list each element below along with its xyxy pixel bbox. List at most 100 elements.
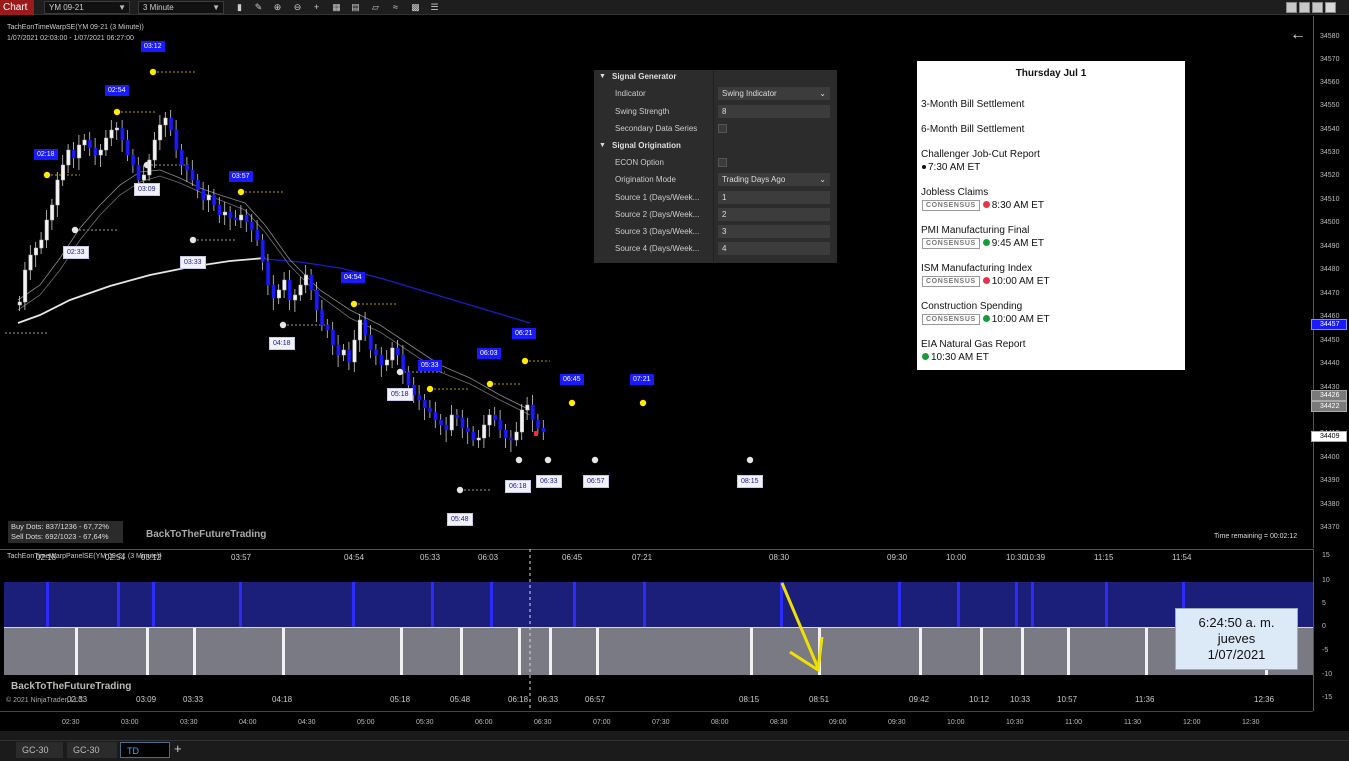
status-dot bbox=[982, 315, 990, 322]
signal-label: 04:18 bbox=[269, 337, 295, 350]
interval-selector[interactable]: 3 Minute ▼ bbox=[138, 1, 224, 14]
consensus-badge[interactable]: CONSENSUS bbox=[922, 314, 980, 325]
calendar-event[interactable]: Jobless Claims bbox=[921, 187, 988, 198]
economic-calendar: Thursday Jul 1 3-Month Bill Settlement 6… bbox=[917, 61, 1185, 370]
sell-tick bbox=[431, 582, 434, 627]
candle bbox=[174, 129, 179, 151]
chart-trader-icon[interactable]: ▤ bbox=[350, 2, 361, 13]
candle bbox=[519, 409, 524, 433]
candle bbox=[536, 419, 541, 429]
bar-type-icon[interactable]: ▮ bbox=[234, 2, 245, 13]
chart-menu-button[interactable]: Chart bbox=[0, 0, 34, 15]
price-tick-label: 34400 bbox=[1320, 454, 1340, 461]
buy-tick bbox=[549, 628, 552, 675]
oscillator-tick-label: -15 bbox=[1322, 694, 1333, 701]
add-tab-plus-icon[interactable]: + bbox=[174, 741, 182, 756]
event-time-text: 8:30 AM ET bbox=[991, 200, 1044, 211]
consensus-badge[interactable]: CONSENSUS bbox=[922, 276, 980, 287]
buy-time-label: 03:09 bbox=[136, 695, 157, 704]
tab-td[interactable]: TD bbox=[120, 742, 170, 758]
price-tick-label: 34520 bbox=[1320, 172, 1340, 179]
secondary-series-checkbox[interactable] bbox=[718, 124, 727, 133]
indicator-select[interactable]: Swing Indicator ⌄ bbox=[718, 87, 830, 100]
clock-date: 1/07/2021 bbox=[1207, 647, 1266, 662]
source-4-input[interactable]: 4 bbox=[718, 242, 830, 255]
sell-tick bbox=[898, 582, 901, 627]
instrument-selector[interactable]: YM 09-21 ▼ bbox=[44, 1, 130, 14]
strategies-icon[interactable]: ≈ bbox=[390, 2, 401, 13]
source-3-input[interactable]: 3 bbox=[718, 225, 830, 238]
sell-tick bbox=[957, 582, 960, 627]
buy-dot bbox=[515, 456, 523, 464]
origination-mode-select[interactable]: Trading Days Ago ⌄ bbox=[718, 173, 830, 186]
section-signal-generator[interactable]: ▼ Signal Generator bbox=[594, 70, 837, 85]
calendar-event[interactable]: 6-Month Bill Settlement bbox=[921, 124, 1024, 135]
buy-time-label: 11:36 bbox=[1135, 695, 1155, 704]
section-signal-origination[interactable]: ▼ Signal Origination bbox=[594, 137, 837, 154]
candle bbox=[276, 289, 281, 299]
signal-label: 02:18 bbox=[34, 149, 58, 160]
econ-option-checkbox[interactable] bbox=[718, 158, 727, 167]
price-tick-label: 34490 bbox=[1320, 243, 1340, 250]
price-tick-label: 34580 bbox=[1320, 33, 1340, 40]
crosshair-icon[interactable]: + bbox=[311, 2, 322, 13]
data-box-icon[interactable]: ▦ bbox=[331, 2, 342, 13]
calendar-event[interactable]: ISM Manufacturing Index bbox=[921, 263, 1032, 274]
swing-strength-input[interactable]: 8 bbox=[718, 105, 830, 118]
consensus-badge[interactable]: CONSENSUS bbox=[922, 238, 980, 249]
restore-button[interactable] bbox=[1299, 2, 1310, 13]
sell-tick bbox=[152, 582, 155, 627]
calendar-event[interactable]: Challenger Job-Cut Report bbox=[921, 149, 1040, 160]
indicators-icon[interactable]: ▱ bbox=[370, 2, 381, 13]
candle bbox=[465, 427, 470, 433]
minimize-button[interactable] bbox=[1286, 2, 1297, 13]
close-button[interactable] bbox=[1325, 2, 1336, 13]
templates-icon[interactable]: ☰ bbox=[429, 2, 440, 13]
current-candle bbox=[534, 431, 538, 436]
maximize-button[interactable] bbox=[1312, 2, 1323, 13]
price-tick-label: 34500 bbox=[1320, 219, 1340, 226]
candle bbox=[336, 344, 341, 356]
section-label: Signal Generator bbox=[612, 72, 677, 81]
signal-label: 06:18 bbox=[505, 480, 531, 493]
property-label: Source 4 (Days/Week... bbox=[615, 244, 700, 253]
event-time-text: 7:30 AM ET bbox=[928, 162, 981, 173]
signal-label: 03:33 bbox=[180, 256, 206, 269]
zoom-in-icon[interactable]: ⊕ bbox=[272, 2, 283, 13]
candle bbox=[152, 139, 157, 161]
calendar-event[interactable]: EIA Natural Gas Report bbox=[921, 339, 1026, 350]
price-tag: 34426 bbox=[1311, 390, 1347, 401]
source-2-input[interactable]: 2 bbox=[718, 208, 830, 221]
price-axis[interactable] bbox=[1313, 16, 1349, 548]
tab-gc-30[interactable]: GC-30 bbox=[67, 742, 117, 758]
time-remaining: Time remaining = 00:02:12 bbox=[1214, 533, 1298, 540]
sell-dot bbox=[350, 300, 358, 308]
brand-watermark: BackToTheFutureTrading bbox=[146, 529, 267, 540]
candle bbox=[368, 334, 373, 351]
candle bbox=[514, 431, 519, 441]
candle bbox=[395, 347, 400, 356]
sell-time-label: 11:54 bbox=[1172, 553, 1192, 562]
tab-gc-30[interactable]: GC-30 bbox=[16, 742, 63, 758]
horizontal-scrollbar[interactable] bbox=[0, 731, 1349, 740]
price-tick-label: 34370 bbox=[1320, 524, 1340, 531]
sell-time-label: 02:18 bbox=[36, 553, 57, 562]
property-label: Origination Mode bbox=[615, 175, 676, 184]
calendar-event[interactable]: PMI Manufacturing Final bbox=[921, 225, 1029, 236]
buy-dot bbox=[279, 321, 287, 329]
properties-icon[interactable]: ▩ bbox=[410, 2, 421, 13]
candle bbox=[82, 139, 87, 146]
draw-icon[interactable]: ✎ bbox=[253, 2, 264, 13]
calendar-event[interactable]: 3-Month Bill Settlement bbox=[921, 99, 1024, 110]
oscillator-axis[interactable] bbox=[1313, 549, 1349, 711]
candle bbox=[23, 269, 28, 303]
time-tick-label: 04:00 bbox=[239, 719, 257, 726]
price-tick-label: 34390 bbox=[1320, 477, 1340, 484]
calendar-event[interactable]: Construction Spending bbox=[921, 301, 1022, 312]
candle bbox=[114, 127, 119, 131]
price-tick-label: 34510 bbox=[1320, 196, 1340, 203]
price-tick-label: 34550 bbox=[1320, 102, 1340, 109]
zoom-out-icon[interactable]: ⊖ bbox=[292, 2, 303, 13]
source-1-input[interactable]: 1 bbox=[718, 191, 830, 204]
consensus-badge[interactable]: CONSENSUS bbox=[922, 200, 980, 211]
